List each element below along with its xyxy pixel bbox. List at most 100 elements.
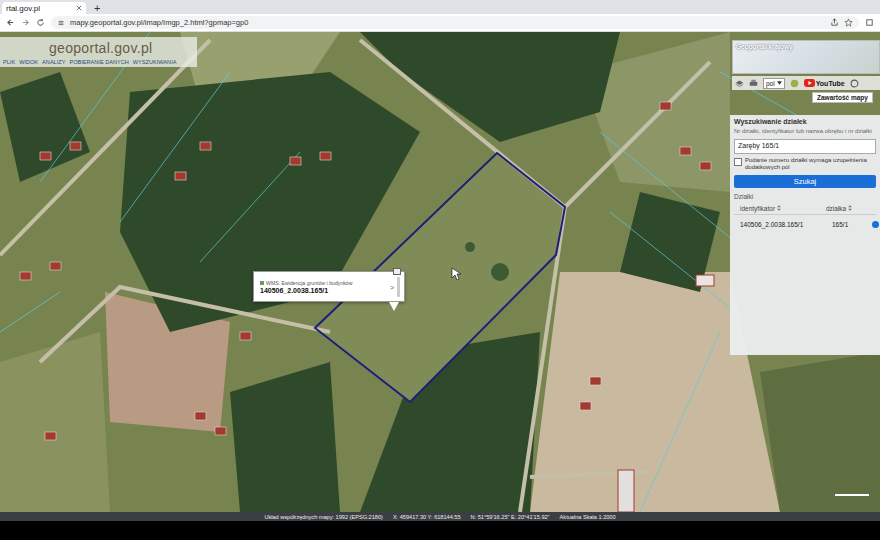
- browser-tab[interactable]: rtal.gov.pl: [2, 2, 86, 14]
- popup-body: WMS: Ewidencja gruntów i budynków140506_…: [253, 271, 405, 302]
- map[interactable]: geoportal.gov.pl PLIK WIDOK ANALIZY POBIERAN…: [0, 32, 880, 512]
- road: [520, 207, 565, 512]
- print-icon[interactable]: [749, 79, 758, 88]
- building: [660, 102, 671, 110]
- forest: [120, 72, 420, 332]
- results-table: identyfikator działka 140506_2.0038.165/…: [734, 203, 876, 234]
- parcel-search-panel: Wyszukiwanie działek Nr działki, identyfi…: [730, 115, 880, 355]
- field: [0, 332, 110, 512]
- table-header: identyfikator działka: [734, 203, 876, 215]
- layers-icon[interactable]: [735, 79, 744, 88]
- search-hint: Nr działki, identyfikator lub nazwa obrę…: [734, 128, 876, 136]
- forest: [360, 32, 620, 142]
- parcel-boundary: [200, 152, 300, 262]
- menu-item[interactable]: PLIK: [3, 59, 15, 65]
- mouse-cursor-icon: [452, 268, 461, 280]
- popup-parcel-id[interactable]: 140506_2.0038.165/1: [260, 287, 387, 294]
- road: [565, 62, 710, 207]
- building: [50, 262, 61, 270]
- building: [70, 142, 81, 150]
- close-tab-icon[interactable]: [76, 5, 82, 11]
- field: [760, 352, 880, 512]
- popup-scrollbar[interactable]: [397, 277, 400, 297]
- site-info-icon[interactable]: [57, 19, 65, 27]
- building: [40, 152, 51, 160]
- url-field[interactable]: mapy.geoportal.gov.pl/imap/Imgp_2.html?g…: [51, 16, 859, 29]
- forward-icon[interactable]: [21, 18, 30, 27]
- youtube-play-icon: [804, 79, 815, 87]
- tab-title: rtal.gov.pl: [6, 4, 72, 13]
- building: [240, 332, 251, 340]
- building: [195, 412, 206, 420]
- tab-strip: rtal.gov.pl +: [0, 0, 880, 14]
- coordinate-system: Układ współrzędnych mapy: 1992 (EPSG:218…: [264, 514, 382, 520]
- building: [696, 275, 714, 286]
- forest: [620, 192, 720, 292]
- info-circle-icon[interactable]: [850, 79, 859, 88]
- new-tab-button[interactable]: +: [94, 2, 100, 14]
- menu-item[interactable]: WIDOK: [19, 59, 38, 65]
- table-cell: 165/1: [826, 221, 872, 228]
- parcel-boundary: [640, 332, 720, 512]
- map-toolbar: pol YouTube: [732, 76, 880, 90]
- column-header[interactable]: działka: [826, 205, 852, 212]
- dropdown-caret-icon: [777, 81, 782, 85]
- map-scale: Aktualna Skala 1:2000: [560, 514, 616, 520]
- forest: [230, 362, 340, 512]
- popup-close-icon[interactable]: [393, 268, 401, 275]
- parcel-search-input[interactable]: Zaręby 165/1: [734, 139, 876, 154]
- parcel-boundary: [0, 292, 60, 332]
- building: [618, 470, 634, 512]
- results-title: Działki: [734, 193, 876, 200]
- building: [215, 427, 226, 435]
- panel-title: Wyszukiwanie działek: [734, 118, 876, 125]
- building: [320, 152, 331, 160]
- parcel-boundary: [120, 72, 230, 222]
- logo-panel: geoportal.gov.pl PLIK WIDOK ANALIZY POBIERAN…: [0, 37, 197, 67]
- bookmark-star-icon[interactable]: [844, 18, 853, 27]
- popup-next-button[interactable]: >: [390, 284, 394, 291]
- building: [700, 162, 711, 170]
- geoportal-logo[interactable]: geoportal.gov.pl: [3, 39, 194, 57]
- reload-icon[interactable]: [36, 18, 45, 27]
- building: [175, 172, 186, 180]
- feature-info-popup: WMS: Ewidencja gruntów i budynków140506_…: [253, 268, 405, 311]
- xy-coordinates: X: 459417.30 Y: 618144.55: [393, 514, 461, 520]
- back-icon[interactable]: [6, 18, 15, 27]
- column-header[interactable]: identyfikator: [734, 205, 826, 212]
- youtube-label: YouTube: [816, 80, 845, 87]
- extra-fields-checkbox[interactable]: [734, 158, 742, 166]
- popup-layer-name: WMS: Ewidencja gruntów i budynków: [260, 280, 387, 286]
- sort-icon[interactable]: [848, 205, 852, 211]
- help-circle-icon[interactable]: [790, 79, 799, 88]
- forest: [0, 72, 90, 182]
- address-bar: mapy.geoportal.gov.pl/imap/Imgp_2.html?g…: [0, 14, 880, 32]
- map-contents-button[interactable]: Zawartość mapy: [812, 92, 873, 103]
- profile-icon[interactable]: [865, 18, 874, 27]
- status-bar: Układ współrzędnych mapy: 1992 (EPSG:218…: [0, 512, 880, 521]
- wms-layer-icon: [260, 281, 264, 285]
- share-icon[interactable]: [830, 18, 839, 27]
- letterbox-bar: [0, 521, 880, 540]
- youtube-link[interactable]: YouTube: [804, 79, 845, 87]
- building: [680, 147, 691, 155]
- language-select[interactable]: pol: [763, 78, 785, 89]
- menu-item[interactable]: WYSZUKIWANIA: [133, 59, 177, 65]
- table-cell: 140506_2.0038.165/1: [734, 221, 826, 228]
- menu-item[interactable]: POBIERANIE DANYCH: [69, 59, 128, 65]
- extra-fields-option[interactable]: Podanie numeru działki wymaga uzupełnien…: [734, 157, 876, 172]
- building: [590, 377, 601, 385]
- overview-title: Geoportal krajowy: [736, 43, 793, 50]
- road: [0, 40, 210, 255]
- zoom-to-parcel-icon[interactable]: [872, 221, 879, 228]
- overview-map[interactable]: Geoportal krajowy: [732, 40, 880, 74]
- search-button[interactable]: Szukaj: [734, 175, 876, 188]
- extra-fields-label: Podanie numeru działki wymaga uzupełnien…: [745, 157, 876, 172]
- sort-icon[interactable]: [777, 205, 781, 211]
- table-row[interactable]: 140506_2.0038.165/1165/1: [734, 215, 876, 234]
- building: [580, 402, 591, 410]
- url-text: mapy.geoportal.gov.pl/imap/Imgp_2.html?g…: [70, 18, 248, 27]
- screen: rtal.gov.pl + mapy.geoportal.gov.pl/imap/I…: [0, 0, 880, 540]
- menu-item[interactable]: ANALIZY: [42, 59, 65, 65]
- popup-pointer: [389, 302, 399, 311]
